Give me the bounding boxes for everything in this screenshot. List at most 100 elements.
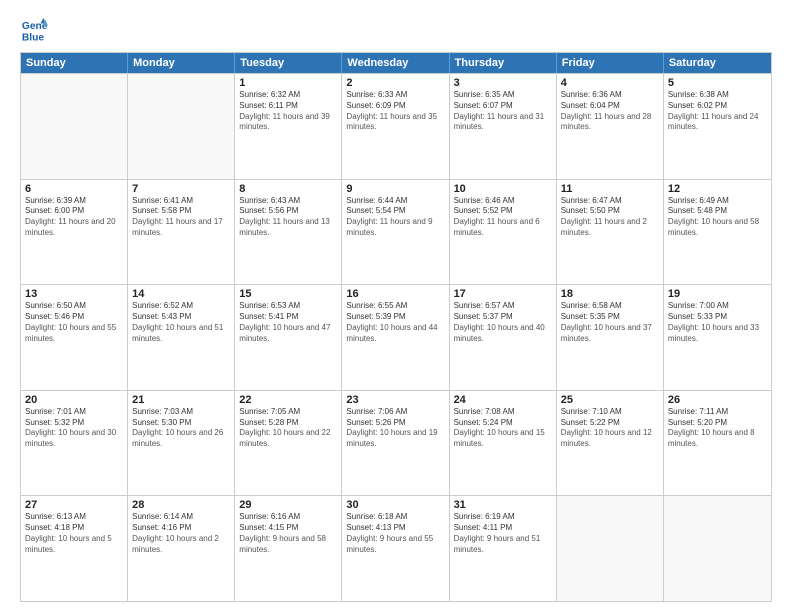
calendar-cell: 5Sunrise: 6:38 AMSunset: 6:02 PMDaylight… [664,74,771,179]
sunset-text: Sunset: 5:30 PM [132,418,230,429]
calendar-cell [557,496,664,601]
sunrise-text: Sunrise: 6:52 AM [132,301,230,312]
daylight-text: Daylight: 11 hours and 39 minutes. [239,112,337,134]
weekday-header: Wednesday [342,53,449,73]
weekday-header: Thursday [450,53,557,73]
sunset-text: Sunset: 4:16 PM [132,523,230,534]
sunrise-text: Sunrise: 6:36 AM [561,90,659,101]
calendar-row: 6Sunrise: 6:39 AMSunset: 6:00 PM Daylight… [21,179,771,285]
day-number: 7 [132,183,230,195]
daylight-text: Daylight: 11 hours and 28 minutes. [561,112,659,134]
sunrise-text: Sunrise: 6:55 AM [346,301,444,312]
sunrise-text: Sunrise: 6:43 AM [239,196,337,207]
calendar-cell: 14Sunrise: 6:52 AMSunset: 5:43 PMDayligh… [128,285,235,390]
day-number: 9 [346,183,444,195]
daylight-text: Daylight: 11 hours and 24 minutes. [668,112,767,134]
sunrise-text: Sunrise: 6:53 AM [239,301,337,312]
header: General Blue [20,16,772,44]
daylight-text: Daylight: 10 hours and 33 minutes. [668,323,767,345]
daylight-text: Daylight: 11 hours and 13 minutes. [239,217,337,239]
sunrise-text: Sunrise: 6:57 AM [454,301,552,312]
calendar-cell: 10Sunrise: 6:46 AMSunset: 5:52 PMDayligh… [450,180,557,285]
calendar-cell: 25Sunrise: 7:10 AMSunset: 5:22 PMDayligh… [557,391,664,496]
day-number: 6 [25,183,123,195]
sunrise-text: Sunrise: 6:33 AM [346,90,444,101]
sunset-text: Sunset: 6:02 PM [668,101,767,112]
daylight-text: Daylight: 11 hours and 2 minutes. [561,217,659,239]
calendar-cell: 20Sunrise: 7:01 AMSunset: 5:32 PMDayligh… [21,391,128,496]
sunset-text: Sunset: 6:00 PM [25,206,123,217]
calendar-cell: 24Sunrise: 7:08 AMSunset: 5:24 PMDayligh… [450,391,557,496]
daylight-text: Daylight: 10 hours and 26 minutes. [132,428,230,450]
calendar-cell: 15Sunrise: 6:53 AMSunset: 5:41 PMDayligh… [235,285,342,390]
daylight-text: Daylight: 11 hours and 17 minutes. [132,217,230,239]
calendar-cell: 6Sunrise: 6:39 AMSunset: 6:00 PMDaylight… [21,180,128,285]
day-number: 11 [561,183,659,195]
daylight-text: Daylight: 10 hours and 12 minutes. [561,428,659,450]
day-number: 31 [454,499,552,511]
sunset-text: Sunset: 5:48 PM [668,206,767,217]
sunset-text: Sunset: 4:18 PM [25,523,123,534]
sunrise-text: Sunrise: 6:58 AM [561,301,659,312]
calendar-header: SundayMondayTuesdayWednesdayThursdayFrid… [21,53,771,73]
weekday-header: Tuesday [235,53,342,73]
sunrise-text: Sunrise: 6:35 AM [454,90,552,101]
calendar-cell: 11Sunrise: 6:47 AMSunset: 5:50 PMDayligh… [557,180,664,285]
day-number: 22 [239,394,337,406]
daylight-text: Daylight: 10 hours and 2 minutes. [132,534,230,556]
sunset-text: Sunset: 5:43 PM [132,312,230,323]
day-number: 19 [668,288,767,300]
weekday-header: Saturday [664,53,771,73]
sunset-text: Sunset: 5:52 PM [454,206,552,217]
sunrise-text: Sunrise: 6:49 AM [668,196,767,207]
sunset-text: Sunset: 6:04 PM [561,101,659,112]
calendar-cell: 23Sunrise: 7:06 AMSunset: 5:26 PMDayligh… [342,391,449,496]
calendar-cell [21,74,128,179]
sunset-text: Sunset: 5:33 PM [668,312,767,323]
daylight-text: Daylight: 10 hours and 5 minutes. [25,534,123,556]
daylight-text: Daylight: 9 hours and 51 minutes. [454,534,552,556]
day-number: 28 [132,499,230,511]
sunrise-text: Sunrise: 7:08 AM [454,407,552,418]
sunrise-text: Sunrise: 7:10 AM [561,407,659,418]
sunset-text: Sunset: 5:50 PM [561,206,659,217]
sunset-text: Sunset: 4:11 PM [454,523,552,534]
sunrise-text: Sunrise: 7:01 AM [25,407,123,418]
sunset-text: Sunset: 5:26 PM [346,418,444,429]
calendar-cell: 21Sunrise: 7:03 AMSunset: 5:30 PMDayligh… [128,391,235,496]
calendar-row: 1Sunrise: 6:32 AMSunset: 6:11 PMDaylight… [21,73,771,179]
calendar-cell: 7Sunrise: 6:41 AMSunset: 5:58 PMDaylight… [128,180,235,285]
weekday-header: Friday [557,53,664,73]
daylight-text: Daylight: 9 hours and 58 minutes. [239,534,337,556]
svg-text:Blue: Blue [22,32,45,43]
calendar-cell: 18Sunrise: 6:58 AMSunset: 5:35 PMDayligh… [557,285,664,390]
day-number: 27 [25,499,123,511]
calendar-cell: 27Sunrise: 6:13 AMSunset: 4:18 PMDayligh… [21,496,128,601]
sunset-text: Sunset: 5:39 PM [346,312,444,323]
daylight-text: Daylight: 10 hours and 51 minutes. [132,323,230,345]
sunrise-text: Sunrise: 6:46 AM [454,196,552,207]
daylight-text: Daylight: 10 hours and 58 minutes. [668,217,767,239]
sunset-text: Sunset: 6:11 PM [239,101,337,112]
daylight-text: Daylight: 11 hours and 6 minutes. [454,217,552,239]
sunrise-text: Sunrise: 6:41 AM [132,196,230,207]
daylight-text: Daylight: 10 hours and 19 minutes. [346,428,444,450]
sunrise-text: Sunrise: 6:39 AM [25,196,123,207]
sunset-text: Sunset: 5:35 PM [561,312,659,323]
calendar-cell: 9Sunrise: 6:44 AMSunset: 5:54 PMDaylight… [342,180,449,285]
daylight-text: Daylight: 10 hours and 37 minutes. [561,323,659,345]
sunset-text: Sunset: 5:28 PM [239,418,337,429]
day-number: 21 [132,394,230,406]
day-number: 18 [561,288,659,300]
sunrise-text: Sunrise: 6:47 AM [561,196,659,207]
calendar-row: 20Sunrise: 7:01 AMSunset: 5:32 PMDayligh… [21,390,771,496]
sunset-text: Sunset: 6:09 PM [346,101,444,112]
daylight-text: Daylight: 9 hours and 55 minutes. [346,534,444,556]
calendar: SundayMondayTuesdayWednesdayThursdayFrid… [20,52,772,602]
calendar-cell: 29Sunrise: 6:16 AMSunset: 4:15 PMDayligh… [235,496,342,601]
day-number: 5 [668,77,767,89]
day-number: 23 [346,394,444,406]
daylight-text: Daylight: 10 hours and 22 minutes. [239,428,337,450]
daylight-text: Daylight: 10 hours and 47 minutes. [239,323,337,345]
day-number: 30 [346,499,444,511]
